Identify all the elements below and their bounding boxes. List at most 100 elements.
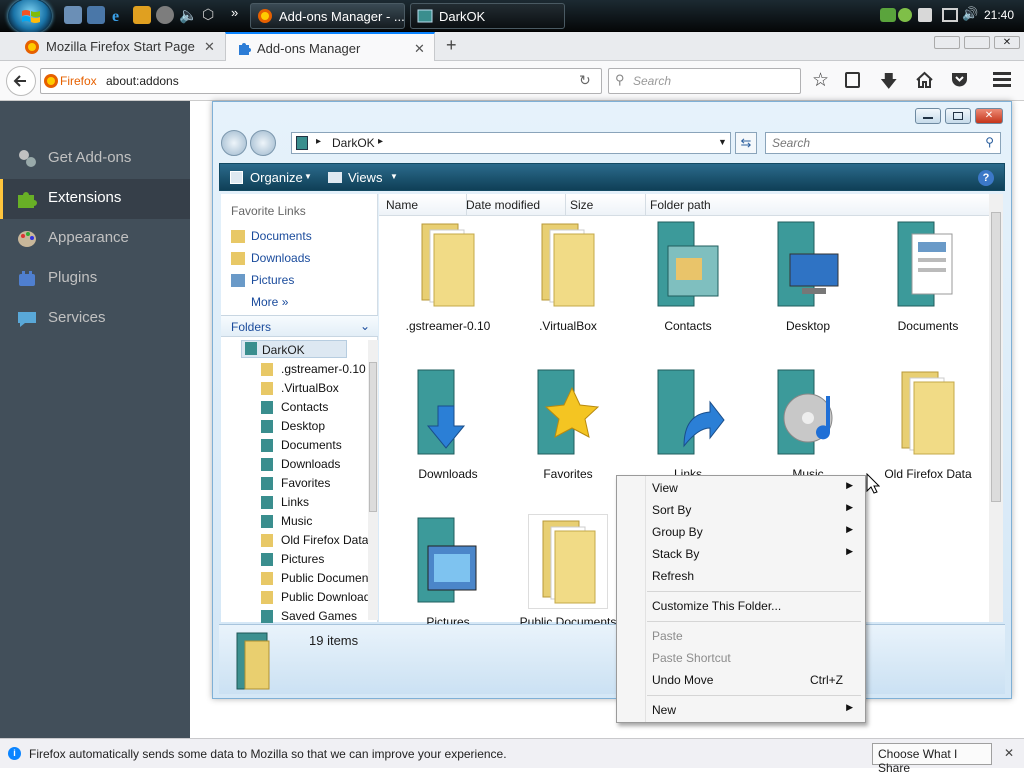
close-notification-icon[interactable]: ✕ (1004, 746, 1014, 760)
tray-network-icon[interactable] (942, 8, 958, 22)
tree-item[interactable]: Old Firefox Data (261, 533, 371, 547)
bookmarks-list-icon[interactable] (845, 72, 860, 88)
tree-scrollbar[interactable] (368, 340, 378, 620)
tree-item[interactable]: Contacts (261, 400, 371, 414)
internet-explorer-icon[interactable]: e (110, 6, 128, 24)
restore-window-button[interactable] (964, 36, 990, 49)
new-tab-button[interactable]: + (446, 35, 457, 56)
explorer-forward-button[interactable] (250, 130, 276, 156)
tray-update-icon[interactable] (880, 8, 896, 22)
tab-start-page[interactable]: Mozilla Firefox Start Page ✕ (0, 32, 225, 61)
search-input[interactable]: ⚲ Search (608, 68, 801, 94)
explorer-address-bar[interactable]: ▸ DarkOK ▸ ▼ (291, 132, 731, 154)
menu-item-customize[interactable]: Customize This Folder... (619, 596, 863, 618)
close-window-button[interactable]: ✕ (994, 36, 1020, 49)
more-links-button[interactable]: More » (231, 295, 288, 309)
category-services[interactable]: Services (0, 299, 190, 339)
menu-item-new[interactable]: New ▶ (619, 700, 863, 722)
help-icon[interactable]: ? (978, 170, 994, 186)
category-get-addons[interactable]: Get Add-ons (0, 139, 190, 179)
tree-item[interactable]: .VirtualBox (261, 381, 371, 395)
column-folder-path[interactable]: Folder path (650, 198, 711, 212)
download-icon[interactable]: 🡇 (880, 69, 897, 98)
tree-item[interactable]: Music (261, 514, 371, 528)
url-text[interactable]: about:addons (106, 74, 179, 88)
category-plugins[interactable]: Plugins (0, 259, 190, 299)
tree-item[interactable]: Documents (261, 438, 371, 452)
url-bar[interactable]: Firefox about:addons ↻ (40, 68, 602, 94)
taskbar-task-addons[interactable]: Add-ons Manager - ... (250, 3, 405, 29)
menu-item-paste[interactable]: Paste (619, 626, 863, 648)
file-item[interactable]: Public Documents (513, 514, 623, 629)
file-item[interactable]: Old Firefox Data (873, 366, 983, 481)
tree-root-darkok[interactable]: DarkOK (241, 340, 347, 358)
explorer-search-input[interactable]: Search ⚲ (765, 132, 1001, 154)
favorite-link-downloads[interactable]: Downloads (231, 251, 310, 265)
file-item[interactable]: Pictures (393, 514, 503, 629)
choose-what-i-share-button[interactable]: Choose What I Share (872, 743, 992, 775)
clock[interactable]: 21:40 (984, 8, 1014, 22)
file-item[interactable]: .gstreamer-0.10 (393, 218, 503, 333)
bookmark-star-icon[interactable]: ☆ (812, 69, 829, 92)
media-player-icon[interactable] (133, 6, 151, 24)
explorer-close-button[interactable]: ✕ (975, 108, 1003, 124)
file-pane-scrollbar[interactable] (989, 194, 1003, 622)
refresh-arrows-icon[interactable]: ⇆ (735, 132, 757, 154)
tree-item[interactable]: .gstreamer-0.10 (261, 362, 371, 376)
tree-item[interactable]: Saved Games (261, 609, 371, 623)
scrollbar-thumb[interactable] (991, 212, 1001, 502)
back-button[interactable] (6, 66, 36, 96)
show-desktop-icon[interactable] (64, 6, 82, 24)
overflow-chevron-icon[interactable]: » (231, 5, 238, 20)
switch-windows-icon[interactable] (87, 6, 105, 24)
tree-item[interactable]: Links (261, 495, 371, 509)
file-item[interactable]: Contacts (633, 218, 743, 333)
tree-item[interactable]: Favorites (261, 476, 371, 490)
category-extensions[interactable]: Extensions (0, 179, 190, 219)
explorer-maximize-button[interactable] (945, 108, 971, 124)
views-button[interactable]: Views (348, 170, 382, 185)
scrollbar-thumb[interactable] (369, 362, 377, 512)
hamburger-menu-icon[interactable] (993, 72, 1011, 75)
tray-device-icon[interactable] (918, 8, 932, 22)
file-item[interactable]: Music (753, 366, 863, 481)
organize-button[interactable]: Organize (250, 170, 303, 185)
identity-label[interactable]: Firefox (60, 74, 97, 88)
tray-volume-icon[interactable]: 🔊 (962, 6, 978, 22)
tree-item[interactable]: Downloads (261, 457, 371, 471)
app-cube-icon[interactable]: ⬡ (202, 6, 220, 24)
column-date-modified[interactable]: Date modified (466, 198, 540, 212)
speaker-icon[interactable]: 🔈 (179, 6, 198, 24)
menu-item-stack-by[interactable]: Stack By ▶ (619, 544, 863, 566)
tray-users-icon[interactable] (898, 8, 912, 22)
category-appearance[interactable]: Appearance (0, 219, 190, 259)
favorite-link-documents[interactable]: Documents (231, 229, 312, 243)
menu-item-group-by[interactable]: Group By ▶ (619, 522, 863, 544)
folders-header[interactable]: Folders ⌄ (221, 315, 378, 337)
column-size[interactable]: Size (570, 198, 593, 212)
pocket-icon[interactable] (950, 71, 969, 88)
favorite-link-pictures[interactable]: Pictures (231, 273, 294, 287)
menu-item-undo-move[interactable]: Undo Move Ctrl+Z (619, 670, 863, 692)
close-tab-icon[interactable]: ✕ (204, 39, 215, 55)
file-item[interactable]: Links (633, 366, 743, 481)
close-tab-icon[interactable]: ✕ (414, 41, 425, 57)
breadcrumb[interactable]: DarkOK (332, 136, 375, 150)
tree-item[interactable]: Pictures (261, 552, 371, 566)
explorer-back-button[interactable] (221, 130, 247, 156)
menu-item-view[interactable]: View ▶ (619, 478, 863, 500)
tab-addons-manager[interactable]: Add-ons Manager ✕ (225, 32, 435, 61)
file-item[interactable]: Downloads (393, 366, 503, 481)
menu-item-sort-by[interactable]: Sort By ▶ (619, 500, 863, 522)
file-item[interactable]: Favorites (513, 366, 623, 481)
address-dropdown-icon[interactable]: ▼ (718, 137, 727, 147)
file-item[interactable]: Documents (873, 218, 983, 333)
start-button[interactable] (8, 0, 52, 34)
tree-item[interactable]: Desktop (261, 419, 371, 433)
file-item[interactable]: Desktop (753, 218, 863, 333)
minimize-window-button[interactable] (934, 36, 960, 49)
home-icon[interactable] (915, 71, 934, 89)
network-icon[interactable] (156, 6, 174, 24)
tree-item[interactable]: Public Downloads (261, 590, 371, 604)
taskbar-task-darkok[interactable]: DarkOK (410, 3, 565, 29)
